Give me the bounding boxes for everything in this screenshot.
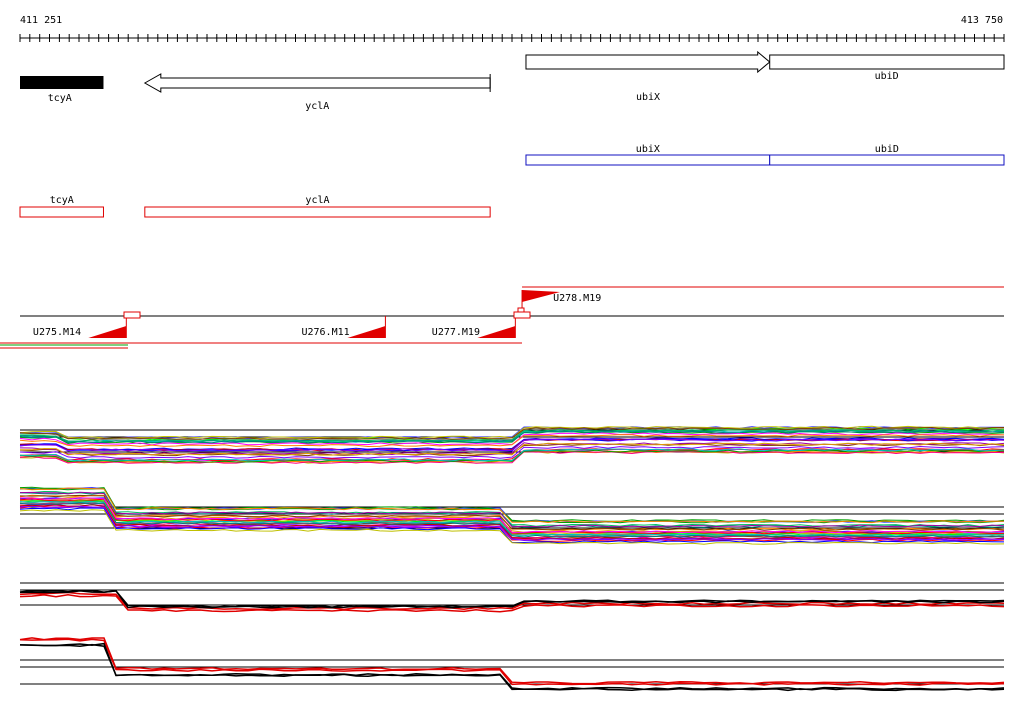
panel-2-trace [19,486,1005,524]
tu-label-U278.M19: U278.M19 [553,293,601,304]
genome-browser: 411 251 413 750 tcyAyclAubiXubiD ubiX ubi… [0,15,1005,692]
cds-red-label-tcyA: tcyA [50,195,74,206]
gene-tcyA-feature [20,76,104,89]
panel-4-trace [19,637,1005,685]
tu-terminator-U276.M11 [347,326,386,338]
coordinate-ruler: 411 251 413 750 [19,15,1005,42]
cds-blue-label-ubiD: ubiD [875,144,899,155]
gene-yclA-arrow [143,73,491,93]
tu-label-U275.M14: U275.M14 [33,327,81,338]
panel-4-trace [19,638,1005,686]
transcription-unit-track: U275.M14 U276.M11 U277.M19 U278.M19 [0,286,1004,349]
gene-ubiX-arrow [525,50,771,74]
tu-label-U276.M11: U276.M11 [301,327,349,338]
cds-track-red: tcyA yclA [19,195,491,218]
cds-red-tcyA [19,206,104,218]
gene-label-yclA: yclA [305,101,329,112]
ruler-end-label: 413 750 [961,15,1003,26]
gene-ubiD-box [769,54,1005,70]
promoter-box [123,311,141,319]
expression-profiles [19,425,1005,692]
ruler-ticks [19,34,1005,42]
gene-track: tcyA yclA ubiX ubiD [20,50,1005,112]
cds-red-label-yclA: yclA [305,195,329,206]
tu-label-U277.M19: U277.M19 [432,327,480,338]
cds-blue-ubiX [525,154,771,166]
ruler-start-label: 411 251 [20,15,62,26]
cds-red-yclA [144,206,491,218]
gene-label-tcyA: tcyA [48,93,72,104]
gene-label-ubiD: ubiD [875,71,899,82]
cds-blue-ubiD [769,154,1005,166]
promoter-box [517,307,525,313]
cds-blue-label-ubiX: ubiX [636,144,660,155]
cds-track-blue: ubiX ubiD [525,144,1005,166]
panel-2-trace [19,487,1005,524]
gene-label-ubiX: ubiX [636,92,660,103]
promoter-box [513,311,531,319]
tu-terminator-U277.M19 [477,326,516,338]
tu-terminator-U275.M14 [88,326,127,338]
